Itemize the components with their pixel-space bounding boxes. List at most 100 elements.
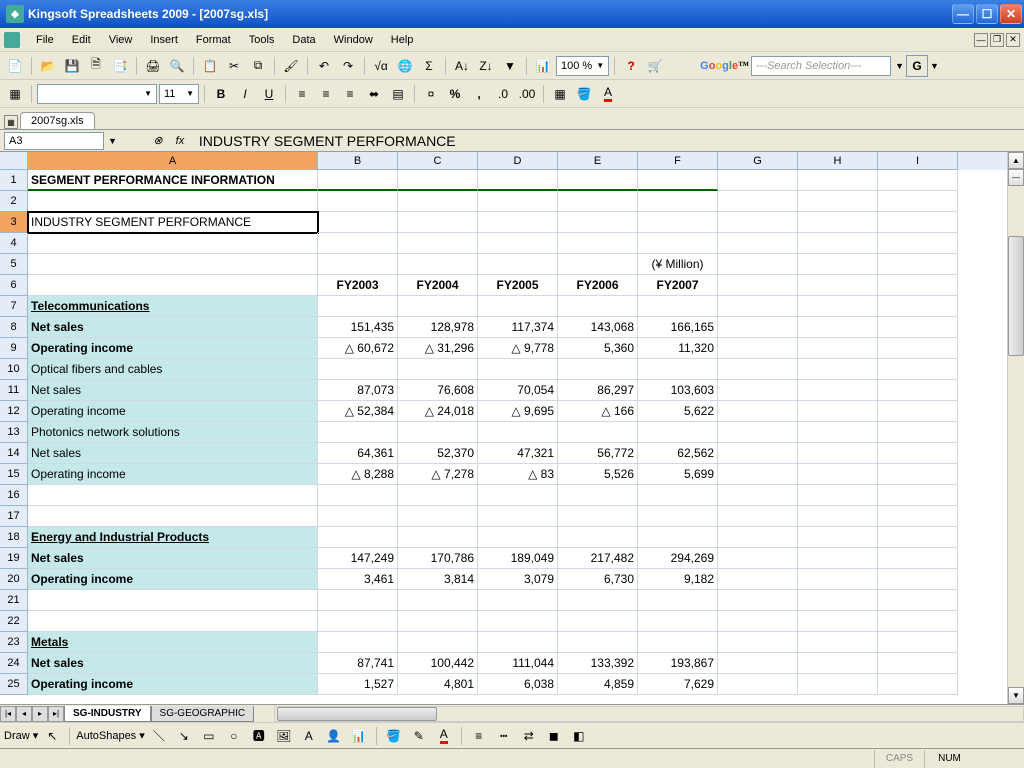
cell[interactable]: 147,249 bbox=[318, 548, 398, 569]
cell[interactable] bbox=[798, 611, 878, 632]
cell[interactable]: FY2003 bbox=[318, 275, 398, 296]
cell[interactable]: Metals bbox=[28, 632, 318, 653]
fill-bucket-icon[interactable]: 🪣 bbox=[383, 725, 405, 747]
menu-view[interactable]: View bbox=[101, 32, 141, 48]
cell[interactable] bbox=[28, 485, 318, 506]
sum-icon[interactable]: Σ bbox=[418, 55, 440, 77]
cell[interactable]: 133,392 bbox=[558, 653, 638, 674]
row-header[interactable]: 10 bbox=[0, 359, 28, 380]
cell[interactable] bbox=[718, 674, 798, 695]
cell[interactable] bbox=[558, 611, 638, 632]
cell[interactable] bbox=[718, 464, 798, 485]
cell[interactable] bbox=[478, 590, 558, 611]
row-header[interactable]: 21 bbox=[0, 590, 28, 611]
cell[interactable] bbox=[318, 632, 398, 653]
cell[interactable]: 87,073 bbox=[318, 380, 398, 401]
cell[interactable] bbox=[718, 359, 798, 380]
cell[interactable] bbox=[398, 506, 478, 527]
row-header[interactable]: 19 bbox=[0, 548, 28, 569]
fx-icon[interactable]: fx bbox=[171, 132, 189, 150]
cell[interactable]: 294,269 bbox=[638, 548, 718, 569]
cell[interactable] bbox=[878, 569, 958, 590]
hscroll-thumb[interactable] bbox=[277, 707, 437, 721]
cell[interactable] bbox=[878, 254, 958, 275]
cell[interactable]: 64,361 bbox=[318, 443, 398, 464]
comma-icon[interactable]: , bbox=[468, 83, 490, 105]
row-header[interactable]: 4 bbox=[0, 233, 28, 254]
cell[interactable] bbox=[718, 338, 798, 359]
cell[interactable] bbox=[798, 317, 878, 338]
cell[interactable] bbox=[798, 422, 878, 443]
cell[interactable] bbox=[558, 254, 638, 275]
dash-style-icon[interactable]: ┅ bbox=[493, 725, 515, 747]
cell[interactable]: INDUSTRY SEGMENT PERFORMANCE bbox=[28, 212, 318, 233]
cell[interactable]: 217,482 bbox=[558, 548, 638, 569]
cell[interactable]: Operating income bbox=[28, 464, 318, 485]
sheet-tab[interactable]: SG-GEOGRAPHIC bbox=[151, 706, 255, 722]
cell[interactable]: 151,435 bbox=[318, 317, 398, 338]
cell[interactable]: Net sales bbox=[28, 653, 318, 674]
cell[interactable]: 1,527 bbox=[318, 674, 398, 695]
font-color2-icon[interactable]: A bbox=[433, 725, 455, 747]
cell[interactable] bbox=[798, 170, 878, 191]
cell[interactable]: Telecommunications bbox=[28, 296, 318, 317]
cell[interactable] bbox=[798, 338, 878, 359]
draw-menu[interactable]: Draw ▾ bbox=[4, 729, 38, 742]
cell[interactable] bbox=[878, 422, 958, 443]
cell[interactable]: 6,038 bbox=[478, 674, 558, 695]
vertical-scrollbar[interactable]: ▲ — ▼ bbox=[1007, 152, 1024, 704]
cell[interactable] bbox=[798, 233, 878, 254]
cell[interactable]: 143,068 bbox=[558, 317, 638, 338]
cell[interactable]: 9,182 bbox=[638, 569, 718, 590]
sort-desc-icon[interactable]: Z↓ bbox=[475, 55, 497, 77]
cell[interactable]: 103,603 bbox=[638, 380, 718, 401]
chart-icon[interactable]: 📊 bbox=[532, 55, 554, 77]
sheet-prev-icon[interactable]: ◂ bbox=[16, 706, 32, 722]
sheet-first-icon[interactable]: |◂ bbox=[0, 706, 16, 722]
cell[interactable]: △ 166 bbox=[558, 401, 638, 422]
cell[interactable] bbox=[398, 632, 478, 653]
select-all-corner[interactable] bbox=[0, 152, 28, 170]
row-header[interactable]: 18 bbox=[0, 527, 28, 548]
cell[interactable] bbox=[718, 632, 798, 653]
cell[interactable] bbox=[638, 422, 718, 443]
decrease-decimal-icon[interactable]: .00 bbox=[516, 83, 538, 105]
cell[interactable] bbox=[718, 569, 798, 590]
cell[interactable] bbox=[478, 170, 558, 191]
cell[interactable]: △ 31,296 bbox=[398, 338, 478, 359]
cell[interactable] bbox=[398, 170, 478, 191]
tab-menu-icon[interactable]: ▦ bbox=[4, 115, 18, 129]
row-header[interactable]: 3 bbox=[0, 212, 28, 233]
cell[interactable] bbox=[798, 548, 878, 569]
cell[interactable] bbox=[398, 527, 478, 548]
cell[interactable] bbox=[878, 317, 958, 338]
cell[interactable] bbox=[638, 611, 718, 632]
cell[interactable] bbox=[398, 233, 478, 254]
cell[interactable] bbox=[718, 506, 798, 527]
arrow-icon[interactable]: ↘ bbox=[173, 725, 195, 747]
cell[interactable]: △ 9,778 bbox=[478, 338, 558, 359]
cell[interactable]: Net sales bbox=[28, 380, 318, 401]
doc-minimize-button[interactable]: — bbox=[974, 33, 988, 47]
cell[interactable] bbox=[478, 527, 558, 548]
cell[interactable]: 5,622 bbox=[638, 401, 718, 422]
row-header[interactable]: 1 bbox=[0, 170, 28, 191]
menu-file[interactable]: File bbox=[28, 32, 62, 48]
row-header[interactable]: 15 bbox=[0, 464, 28, 485]
scroll-thumb[interactable] bbox=[1008, 236, 1024, 356]
cell[interactable] bbox=[28, 233, 318, 254]
cell[interactable] bbox=[478, 233, 558, 254]
sheet-last-icon[interactable]: ▸| bbox=[48, 706, 64, 722]
cell[interactable] bbox=[718, 212, 798, 233]
cut-icon[interactable]: ✂ bbox=[223, 55, 245, 77]
cell[interactable]: 5,360 bbox=[558, 338, 638, 359]
cell[interactable] bbox=[718, 317, 798, 338]
cell[interactable]: 3,461 bbox=[318, 569, 398, 590]
menu-help[interactable]: Help bbox=[383, 32, 422, 48]
cell[interactable]: 193,867 bbox=[638, 653, 718, 674]
textbox-icon[interactable]: 🅰 bbox=[248, 725, 270, 747]
column-header-E[interactable]: E bbox=[558, 152, 638, 170]
row-header[interactable]: 11 bbox=[0, 380, 28, 401]
cell[interactable] bbox=[638, 296, 718, 317]
cell[interactable]: △ 9,695 bbox=[478, 401, 558, 422]
